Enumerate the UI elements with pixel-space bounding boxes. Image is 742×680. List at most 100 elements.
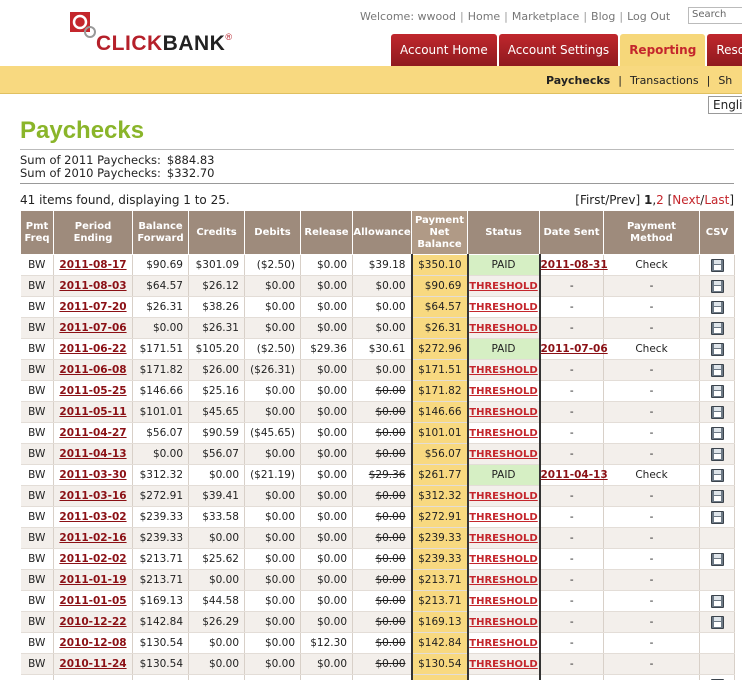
period-link[interactable]: 2011-08-03 xyxy=(59,280,126,292)
marketplace-link[interactable]: Marketplace xyxy=(512,10,579,23)
logout-link[interactable]: Log Out xyxy=(627,10,670,23)
freq-cell: BW xyxy=(20,317,54,339)
date-sent-link[interactable]: 2011-08-31 xyxy=(541,259,608,271)
period-cell: 2010-12-08 xyxy=(53,632,133,654)
threshold-link[interactable]: THRESHOLD xyxy=(469,323,537,334)
period-link[interactable]: 2011-05-11 xyxy=(59,406,126,418)
threshold-link[interactable]: THRESHOLD xyxy=(469,533,537,544)
status-cell: THRESHOLD xyxy=(467,443,541,465)
save-csv-icon[interactable] xyxy=(710,426,724,440)
period-link[interactable]: 2011-03-30 xyxy=(59,469,126,481)
period-link[interactable]: 2010-12-22 xyxy=(59,616,126,628)
period-cell: 2011-03-02 xyxy=(53,506,133,528)
freq-cell: BW xyxy=(20,359,54,381)
last-page-link[interactable]: Last xyxy=(704,193,729,207)
period-link[interactable]: 2011-04-27 xyxy=(59,427,126,439)
col-period-ending[interactable]: Period Ending xyxy=(53,210,133,255)
prev-page-link[interactable]: Prev xyxy=(609,193,635,207)
balance-forward-cell: $142.84 xyxy=(132,611,189,633)
save-csv-icon[interactable] xyxy=(710,300,724,314)
clickbank-logo[interactable]: CLICKBANK® xyxy=(70,12,240,56)
period-link[interactable]: 2011-07-20 xyxy=(59,301,126,313)
subnav-more[interactable]: Sh xyxy=(718,74,732,87)
save-csv-icon[interactable] xyxy=(710,468,724,482)
date-sent-link[interactable]: 2011-04-13 xyxy=(541,469,608,481)
threshold-link[interactable]: THRESHOLD xyxy=(469,596,537,607)
save-csv-icon[interactable] xyxy=(710,258,724,272)
period-link[interactable]: 2011-06-22 xyxy=(59,343,126,355)
allowance-cell: $0.00 xyxy=(352,317,412,339)
period-cell: 2010-12-22 xyxy=(53,611,133,633)
subnav-transactions[interactable]: Transactions xyxy=(630,74,699,87)
results-count: 41 items found, displaying 1 to 25. xyxy=(20,193,230,207)
col-payment-method: Payment Method xyxy=(603,210,700,255)
save-csv-icon[interactable] xyxy=(710,384,724,398)
save-csv-icon[interactable] xyxy=(710,342,724,356)
language-select[interactable]: Engli xyxy=(708,96,742,114)
threshold-link[interactable]: THRESHOLD xyxy=(469,281,537,292)
threshold-link[interactable]: THRESHOLD xyxy=(469,554,537,565)
search-input[interactable]: Search xyxy=(688,7,742,24)
threshold-link[interactable]: THRESHOLD xyxy=(469,386,537,397)
save-csv-icon[interactable] xyxy=(710,594,724,608)
period-link[interactable]: 2011-03-16 xyxy=(59,490,126,502)
threshold-link[interactable]: THRESHOLD xyxy=(469,617,537,628)
date-sent-cell: - xyxy=(539,317,604,339)
threshold-link[interactable]: THRESHOLD xyxy=(469,512,537,523)
threshold-link[interactable]: THRESHOLD xyxy=(469,491,537,502)
credits-cell: $26.31 xyxy=(188,317,245,339)
period-link[interactable]: 2010-12-08 xyxy=(59,637,126,649)
threshold-link[interactable]: THRESHOLD xyxy=(469,428,537,439)
threshold-link[interactable]: THRESHOLD xyxy=(469,302,537,313)
freq-cell: BW xyxy=(20,527,54,549)
save-csv-icon[interactable] xyxy=(710,489,724,503)
status-cell: THRESHOLD xyxy=(467,527,541,549)
period-link[interactable]: 2011-06-08 xyxy=(59,364,126,376)
date-sent-link[interactable]: 2011-07-06 xyxy=(541,343,608,355)
home-link[interactable]: Home xyxy=(468,10,500,23)
tab-reporting[interactable]: Reporting xyxy=(620,34,706,66)
threshold-link[interactable]: THRESHOLD xyxy=(469,449,537,460)
credits-cell: $90.59 xyxy=(188,422,245,444)
save-csv-icon[interactable] xyxy=(710,279,724,293)
period-link[interactable]: 2011-01-05 xyxy=(59,595,126,607)
period-link[interactable]: 2011-05-25 xyxy=(59,385,126,397)
threshold-link[interactable]: THRESHOLD xyxy=(469,365,537,376)
threshold-link[interactable]: THRESHOLD xyxy=(469,575,537,586)
period-link[interactable]: 2011-08-17 xyxy=(59,259,126,271)
status-cell: THRESHOLD xyxy=(467,653,541,675)
period-link[interactable]: 2011-03-02 xyxy=(59,511,126,523)
threshold-link[interactable]: THRESHOLD xyxy=(469,407,537,418)
period-link[interactable]: 2010-11-24 xyxy=(59,658,126,670)
period-link[interactable]: 2011-04-13 xyxy=(59,448,126,460)
page-2-link[interactable]: 2 xyxy=(656,193,664,207)
balance-forward-cell: $103.58 xyxy=(132,674,189,680)
threshold-link[interactable]: THRESHOLD xyxy=(469,659,537,670)
first-page-link[interactable]: First xyxy=(580,193,605,207)
net-balance-cell: $169.13 xyxy=(410,611,469,633)
save-csv-icon[interactable] xyxy=(710,405,724,419)
freq-cell: BW xyxy=(20,296,54,318)
save-csv-icon[interactable] xyxy=(710,363,724,377)
save-csv-icon[interactable] xyxy=(710,321,724,335)
period-cell: 2011-08-03 xyxy=(53,275,133,297)
period-link[interactable]: 2011-02-02 xyxy=(59,553,126,565)
period-link[interactable]: 2011-01-19 xyxy=(59,574,126,586)
freq-cell: BW xyxy=(20,380,54,402)
threshold-link[interactable]: THRESHOLD xyxy=(469,638,537,649)
table-row: BW 2011-05-11 $101.01 $45.65 $0.00 $0.00 $0.00… xyxy=(20,401,735,423)
subnav-paychecks[interactable]: Paychecks xyxy=(546,74,610,87)
period-link[interactable]: 2011-02-16 xyxy=(59,532,126,544)
tab-account-settings[interactable]: Account Settings xyxy=(498,34,619,66)
tab-resources[interactable]: Resou xyxy=(707,34,742,66)
period-link[interactable]: 2011-07-06 xyxy=(59,322,126,334)
next-page-link[interactable]: Next xyxy=(672,193,700,207)
payment-method-cell: - xyxy=(603,485,700,507)
tab-account-home[interactable]: Account Home xyxy=(391,34,497,66)
table-row: BW2010-11-10$103.58$26.96$0.00$0.00$0.00… xyxy=(20,674,735,680)
save-csv-icon[interactable] xyxy=(710,447,724,461)
save-csv-icon[interactable] xyxy=(710,510,724,524)
save-csv-icon[interactable] xyxy=(710,552,724,566)
save-csv-icon[interactable] xyxy=(710,615,724,629)
blog-link[interactable]: Blog xyxy=(591,10,615,23)
